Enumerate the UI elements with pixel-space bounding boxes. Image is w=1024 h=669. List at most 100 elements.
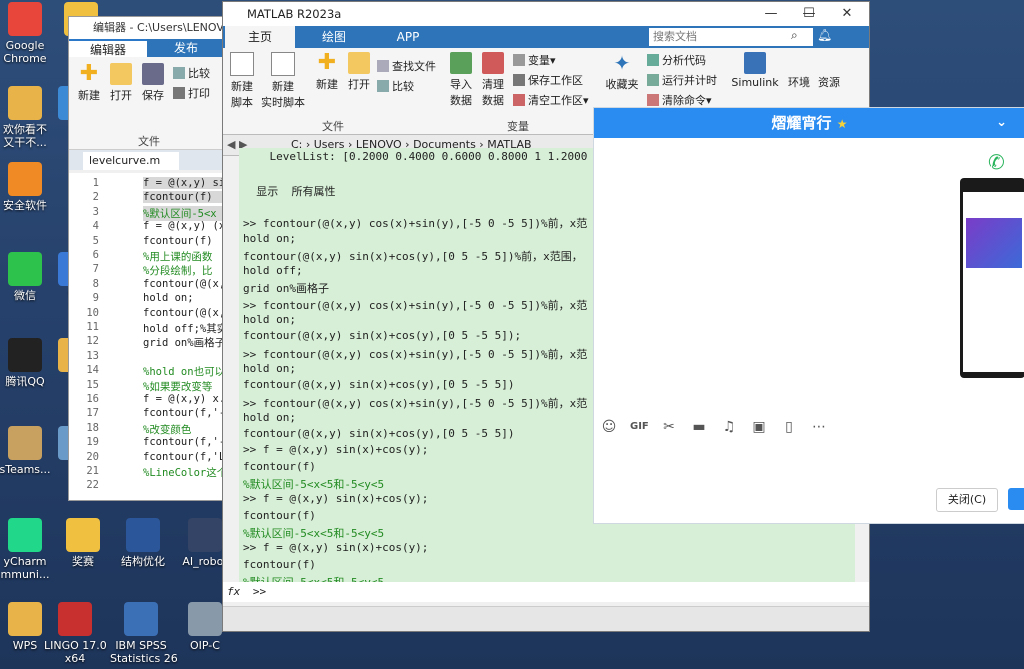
new-live-script-button[interactable]: 新建 实时脚本 bbox=[261, 52, 305, 110]
code-line[interactable]: grid on%画格子 bbox=[143, 335, 225, 350]
new-button[interactable]: ✚ 新建 bbox=[73, 63, 105, 103]
more-icon[interactable]: ⋯ bbox=[810, 418, 828, 436]
analyze-code-label: 分析代码 bbox=[662, 54, 706, 67]
search-input[interactable]: 搜索文档 bbox=[649, 28, 813, 46]
back-icon[interactable]: ◀ bbox=[227, 138, 235, 151]
line-number: 13 bbox=[86, 349, 99, 362]
find-files-icon bbox=[377, 60, 389, 72]
desktop-icon[interactable]: 安全软件 bbox=[0, 162, 56, 212]
editor-window[interactable]: 编辑器 - C:\Users\LENOVO\ 编辑器 发布 ✚ 新建 打开 保存… bbox=[68, 16, 228, 501]
analyze-code-button[interactable]: 分析代码 bbox=[647, 52, 706, 68]
clean-data-label: 清理 数据 bbox=[482, 78, 504, 107]
compare-button[interactable]: 比较 bbox=[377, 78, 414, 94]
favorites-button[interactable]: ✦ 收藏夹 bbox=[605, 52, 639, 92]
environment-button[interactable]: 环境 bbox=[783, 74, 815, 90]
music-icon[interactable]: ♫ bbox=[720, 418, 738, 436]
compare-label: 比较 bbox=[188, 67, 210, 80]
image-icon[interactable]: ▣ bbox=[750, 418, 768, 436]
desktop-icon-label: Google Chrome bbox=[3, 39, 47, 65]
hide-button[interactable]: — bbox=[751, 2, 791, 26]
line-number: 17 bbox=[86, 407, 99, 420]
clean-data-button[interactable]: 清理 数据 bbox=[477, 52, 509, 108]
command-line: >> fcontour(@(x,y) cos(x)+sin(y),[-5 0 -… bbox=[243, 396, 588, 410]
scissors-icon[interactable]: ✂ bbox=[660, 418, 678, 436]
code-line[interactable]: f = @(x,y) (x bbox=[143, 220, 225, 232]
chat-window[interactable]: 熠耀宵行 ★ ⌄ ✆ ☺ GIF ✂ ▬ ♫ ▣ ▯ ⋯ 关闭(C) bbox=[593, 107, 1024, 524]
shared-image-thumbnail[interactable] bbox=[960, 178, 1024, 378]
bell-icon[interactable]: 🔔︎ bbox=[817, 28, 832, 42]
code-line[interactable]: f = @(x,y) x. bbox=[143, 393, 225, 405]
save-workspace-button[interactable]: 保存工作区 bbox=[513, 72, 583, 88]
tab-publish[interactable]: 发布 bbox=[147, 39, 225, 57]
prompt: >> bbox=[252, 585, 267, 598]
code-line[interactable]: fcontour(f) bbox=[143, 235, 225, 247]
code-line[interactable]: fcontour(@(x, bbox=[143, 307, 225, 319]
save-button[interactable]: 保存 bbox=[137, 63, 169, 103]
desktop-icon[interactable]: 奖赛 bbox=[52, 518, 114, 568]
tab-apps[interactable]: APP bbox=[373, 26, 443, 48]
emoji-icon[interactable]: ☺ bbox=[600, 418, 618, 436]
code-line[interactable]: %LineColor这个 bbox=[143, 465, 225, 480]
tab-home[interactable]: 主页 bbox=[225, 26, 295, 48]
code-line[interactable]: fcontour(@(x, bbox=[143, 278, 225, 290]
compare-button[interactable]: 比较 bbox=[173, 65, 210, 81]
new-label: 新建 bbox=[78, 89, 100, 102]
command-line: fcontour(@(x,y) sin(x)+cos(y),[0 5 -5 5]… bbox=[243, 427, 515, 441]
close-button[interactable]: ✕ bbox=[827, 2, 867, 26]
line-number: 16 bbox=[86, 393, 99, 405]
code-line[interactable]: hold on; bbox=[143, 292, 225, 304]
gif-icon[interactable]: GIF bbox=[630, 418, 649, 436]
tab-editor[interactable]: 编辑器 bbox=[69, 39, 147, 57]
code-line[interactable]: %用上课的函数 bbox=[143, 249, 225, 264]
open-button[interactable]: 打开 bbox=[105, 63, 137, 103]
desktop-icon[interactable]: yCharm mmuni... bbox=[0, 518, 56, 581]
code-line[interactable]: fcontour(f,'- bbox=[143, 407, 225, 419]
resources-button[interactable]: 资源 bbox=[813, 74, 845, 90]
print-button[interactable]: 打印 bbox=[173, 85, 210, 101]
code-line[interactable]: %默认区间-5<x bbox=[143, 205, 225, 221]
desktop-icon[interactable]: LINGO 17.0 x64 bbox=[44, 602, 107, 665]
chevron-down-icon[interactable]: ⌄ bbox=[996, 108, 1007, 138]
clear-commands-button[interactable]: 清除命令▾ bbox=[647, 92, 712, 108]
send-button[interactable] bbox=[1008, 488, 1024, 510]
close-chat-button[interactable]: 关闭(C) bbox=[936, 488, 998, 512]
phone-icon[interactable]: ✆ bbox=[988, 150, 1005, 174]
find-files-button[interactable]: 查找文件 bbox=[377, 58, 436, 74]
line-number: 11 bbox=[86, 321, 99, 333]
search-icon[interactable]: ⌕ bbox=[791, 28, 798, 43]
fx-icon[interactable]: fx bbox=[227, 585, 240, 598]
code-line[interactable]: %hold on也可以 bbox=[143, 364, 225, 379]
clean-data-icon bbox=[482, 52, 504, 74]
app-icon bbox=[126, 518, 160, 552]
maximize-button[interactable]: ☐ bbox=[789, 2, 829, 26]
desktop-icon[interactable]: Google Chrome bbox=[0, 2, 56, 65]
open-button[interactable]: 打开 bbox=[343, 52, 375, 92]
code-area[interactable]: 1 f = @(x,y) si 2 fcontour(f) 3 %默认区间-5<x 4 f =… bbox=[69, 173, 227, 500]
clear-workspace-button[interactable]: 清空工作区▾ bbox=[513, 92, 589, 108]
desktop-icon[interactable]: 结构优化 bbox=[112, 518, 174, 568]
line-number: 15 bbox=[86, 378, 99, 391]
folder-icon[interactable]: ▬ bbox=[690, 418, 708, 436]
save-icon bbox=[142, 63, 164, 85]
new-button[interactable]: ✚ 新建 bbox=[311, 52, 343, 92]
run-and-time-button[interactable]: 运行并计时 bbox=[647, 72, 717, 88]
code-line[interactable]: fcontour(f,'- bbox=[143, 436, 225, 448]
screen-record-icon[interactable]: ▯ bbox=[780, 418, 798, 436]
tab-plots[interactable]: 绘图 bbox=[299, 26, 369, 48]
code-line[interactable]: f = @(x,y) si bbox=[143, 177, 225, 189]
import-data-button[interactable]: 导入 数据 bbox=[445, 52, 477, 108]
code-line[interactable]: %改变颜色 bbox=[143, 422, 225, 437]
simulink-button[interactable]: Simulink bbox=[731, 52, 779, 89]
code-line[interactable]: hold off;%其实 bbox=[143, 321, 225, 336]
code-line[interactable]: %分段绘制，比 bbox=[143, 263, 225, 278]
file-section-label: 文件 bbox=[322, 120, 344, 133]
code-line[interactable]: fcontour(f,'L bbox=[143, 451, 225, 463]
app-icon bbox=[124, 602, 158, 636]
desktop-icon[interactable]: IBM SPSS Statistics 26 bbox=[110, 602, 178, 665]
code-line[interactable]: fcontour(f) bbox=[143, 191, 225, 204]
variable-button[interactable]: 变量▾ bbox=[513, 52, 556, 68]
doc-tab-levelcurve[interactable]: levelcurve.m bbox=[83, 152, 179, 170]
command-prompt-row[interactable]: fx >> bbox=[223, 582, 869, 602]
new-script-button[interactable]: 新建 脚本 bbox=[227, 52, 257, 110]
code-line[interactable]: %如果要改变等 bbox=[143, 379, 225, 394]
